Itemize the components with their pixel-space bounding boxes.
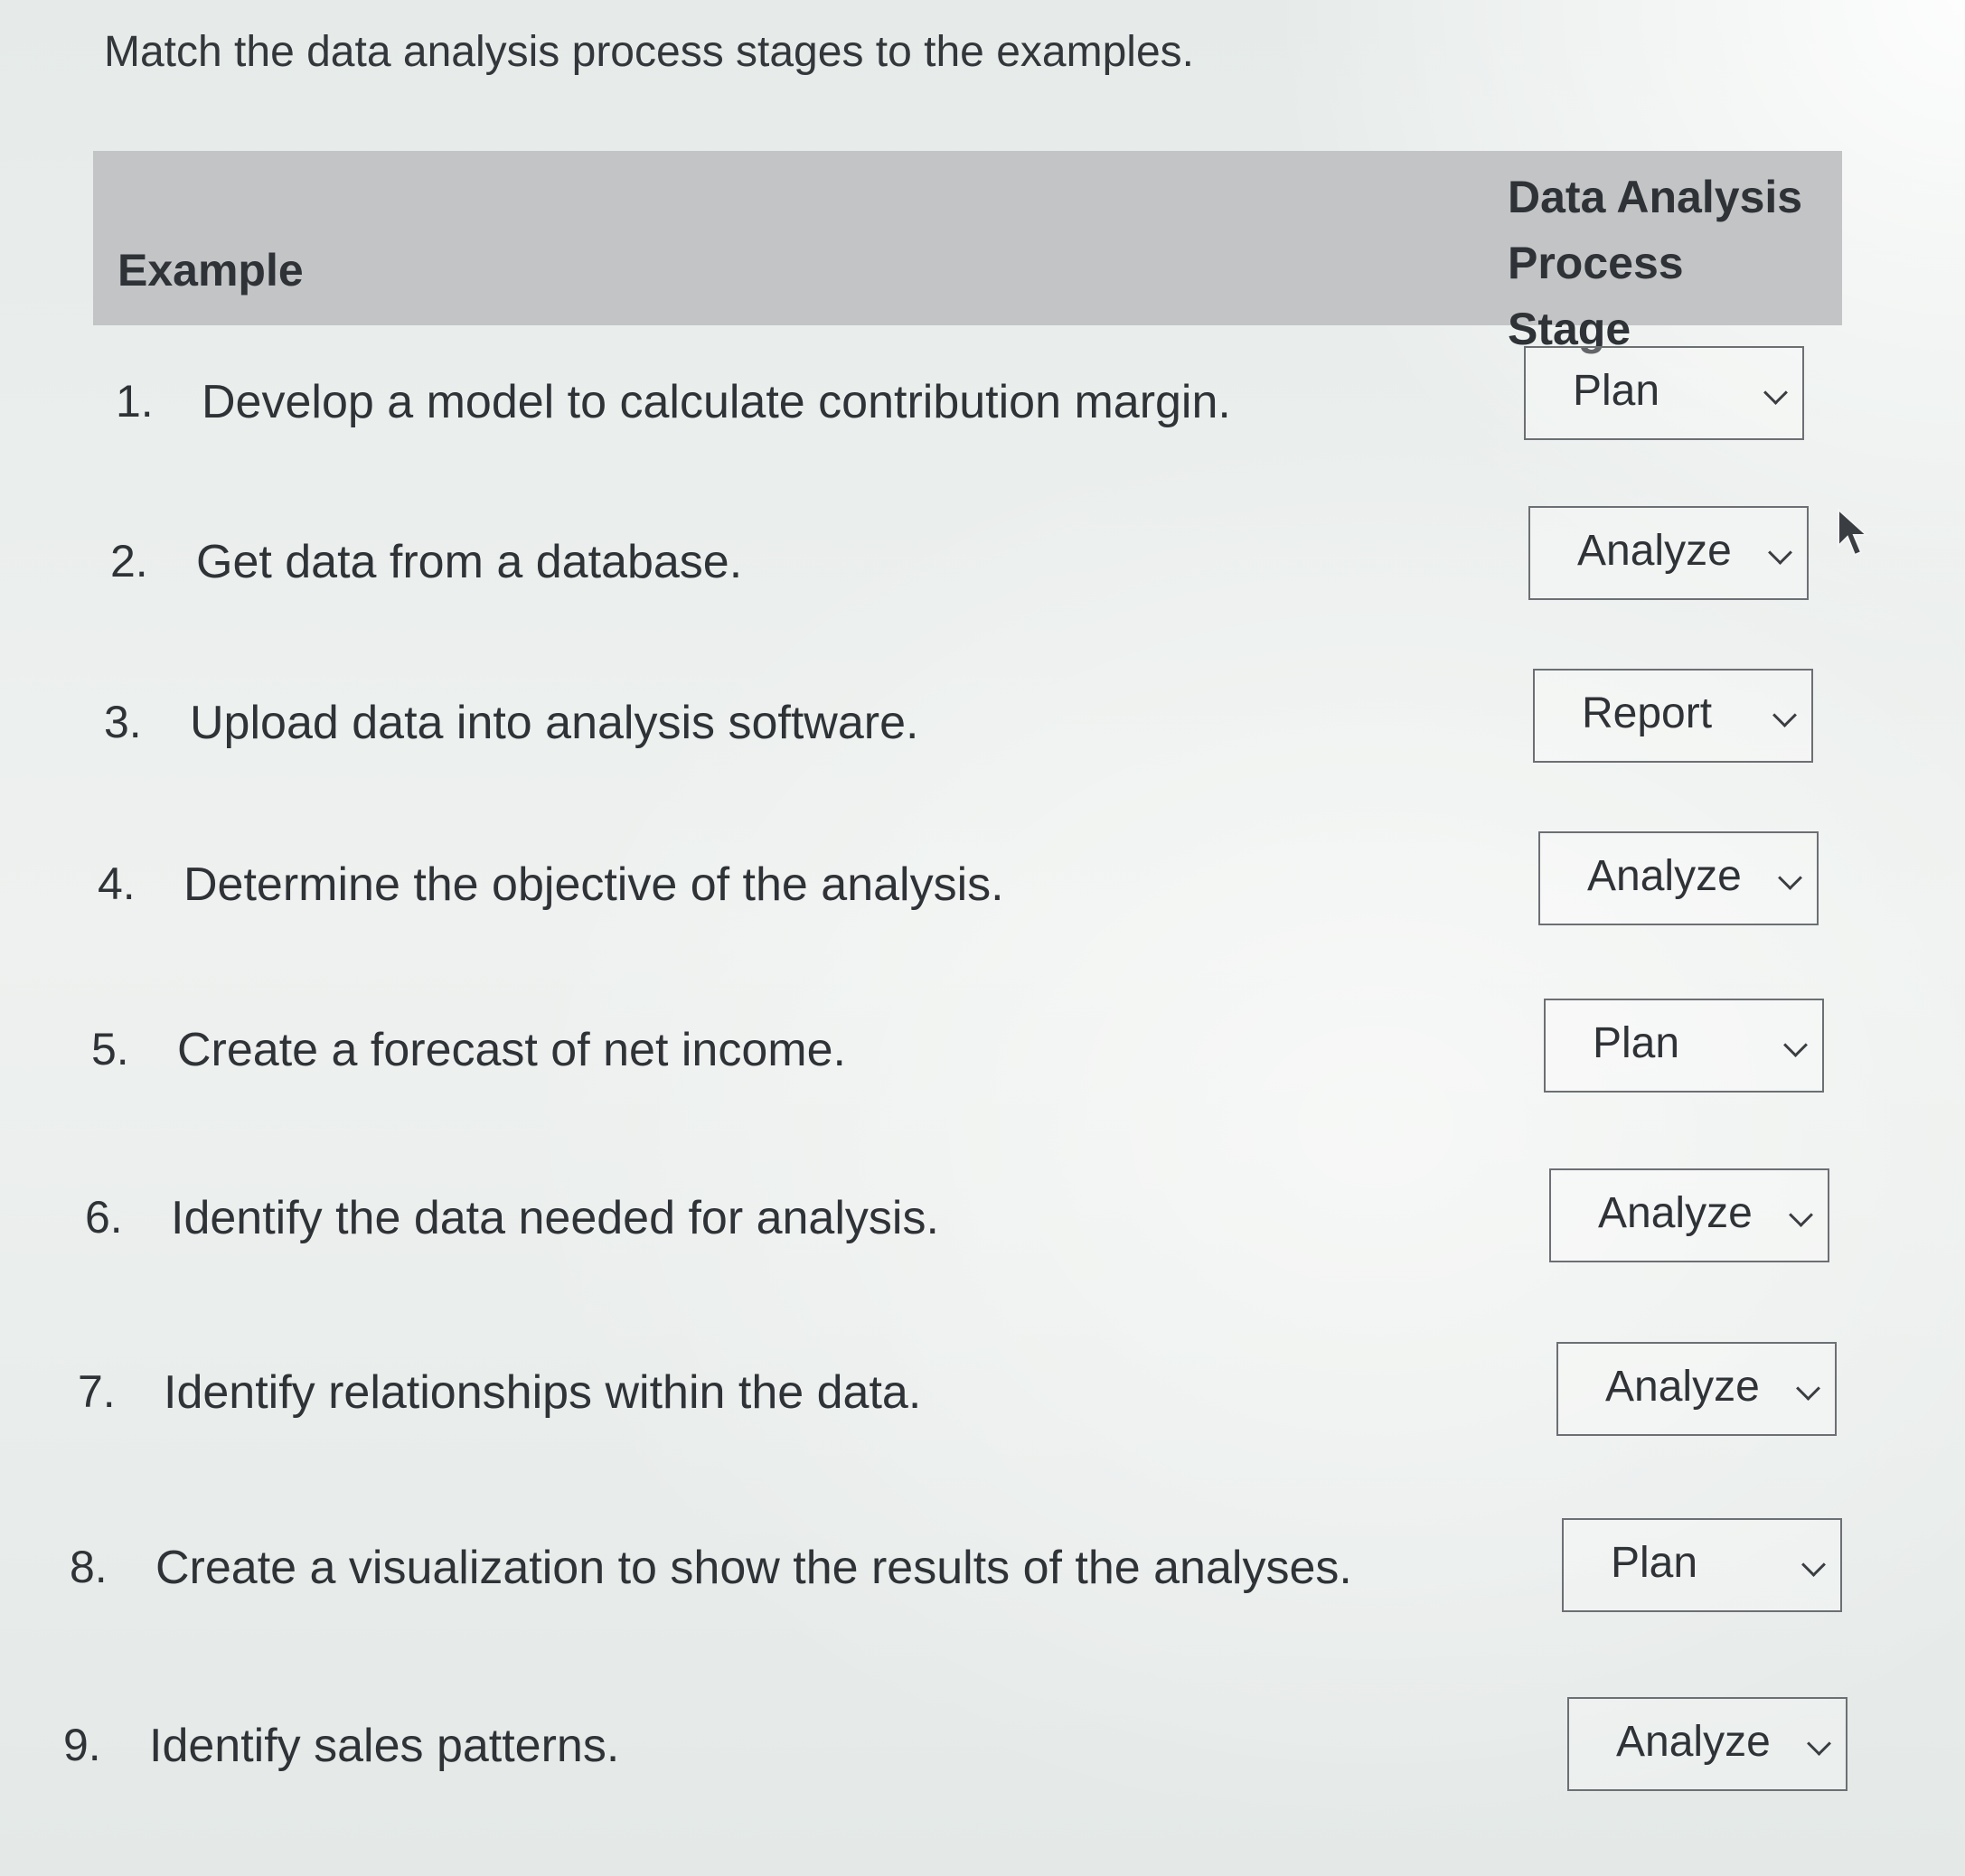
stage-select-value: Analyze	[1587, 852, 1742, 900]
stage-select-7[interactable]: Analyze	[1556, 1342, 1837, 1436]
row-number: 2.	[110, 536, 148, 586]
row-example-text: Develop a model to calculate contributio…	[202, 376, 1231, 428]
stage-select-value: Report	[1582, 689, 1713, 737]
stage-select-value: Analyze	[1598, 1189, 1753, 1237]
row-number: 6.	[85, 1192, 123, 1243]
stage-select-3[interactable]: Report	[1533, 669, 1813, 763]
page: Match the data analysis process stages t…	[0, 0, 1965, 1876]
stage-select-value: Analyze	[1605, 1363, 1760, 1411]
mouse-pointer-icon	[1838, 508, 1869, 557]
chevron-down-icon	[1789, 1203, 1813, 1227]
row-example-text: Identify relationships within the data.	[164, 1366, 922, 1419]
row-number: 5.	[91, 1024, 129, 1074]
row-example-text: Create a visualization to show the resul…	[155, 1542, 1352, 1594]
row-number: 8.	[70, 1542, 108, 1592]
row-number: 4.	[98, 858, 136, 909]
chevron-down-icon	[1801, 1552, 1826, 1577]
chevron-down-icon	[1807, 1731, 1831, 1756]
stage-select-4[interactable]: Analyze	[1538, 831, 1819, 925]
stage-select-value: Analyze	[1616, 1718, 1771, 1766]
stage-select-5[interactable]: Plan	[1544, 999, 1824, 1093]
column-header-stage-line2: Process Stage	[1508, 238, 1684, 354]
row-example-text: Determine the objective of the analysis.	[183, 858, 1004, 911]
stage-select-8[interactable]: Plan	[1562, 1518, 1842, 1612]
column-header-stage: Data Analysis Process Stage	[1508, 164, 1815, 362]
stage-select-6[interactable]: Analyze	[1549, 1168, 1829, 1262]
chevron-down-icon	[1763, 380, 1788, 405]
chevron-down-icon	[1783, 1033, 1808, 1057]
stage-select-1[interactable]: Plan	[1524, 346, 1804, 440]
stage-select-value: Plan	[1593, 1019, 1680, 1067]
row-number: 7.	[78, 1366, 116, 1417]
row-example-text: Upload data into analysis software.	[190, 697, 919, 749]
stage-select-value: Analyze	[1577, 527, 1732, 575]
row-number: 1.	[116, 376, 154, 427]
stage-select-2[interactable]: Analyze	[1528, 506, 1809, 600]
row-example-text: Identify the data needed for analysis.	[171, 1192, 939, 1244]
row-example-text: Create a forecast of net income.	[177, 1024, 846, 1076]
chevron-down-icon	[1796, 1376, 1820, 1401]
row-example-text: Get data from a database.	[196, 536, 743, 588]
chevron-down-icon	[1768, 540, 1792, 565]
column-header-stage-line1: Data Analysis	[1508, 172, 1803, 222]
row-number: 3.	[104, 697, 142, 747]
chevron-down-icon	[1778, 866, 1802, 890]
chevron-down-icon	[1772, 703, 1797, 727]
instruction-text: Match the data analysis process stages t…	[104, 28, 1194, 76]
column-header-example: Example	[118, 245, 304, 295]
stage-select-value: Plan	[1611, 1539, 1698, 1587]
stage-select-9[interactable]: Analyze	[1567, 1697, 1847, 1791]
stage-select-value: Plan	[1573, 367, 1660, 415]
row-example-text: Identify sales patterns.	[149, 1720, 620, 1772]
row-number: 9.	[63, 1720, 101, 1770]
